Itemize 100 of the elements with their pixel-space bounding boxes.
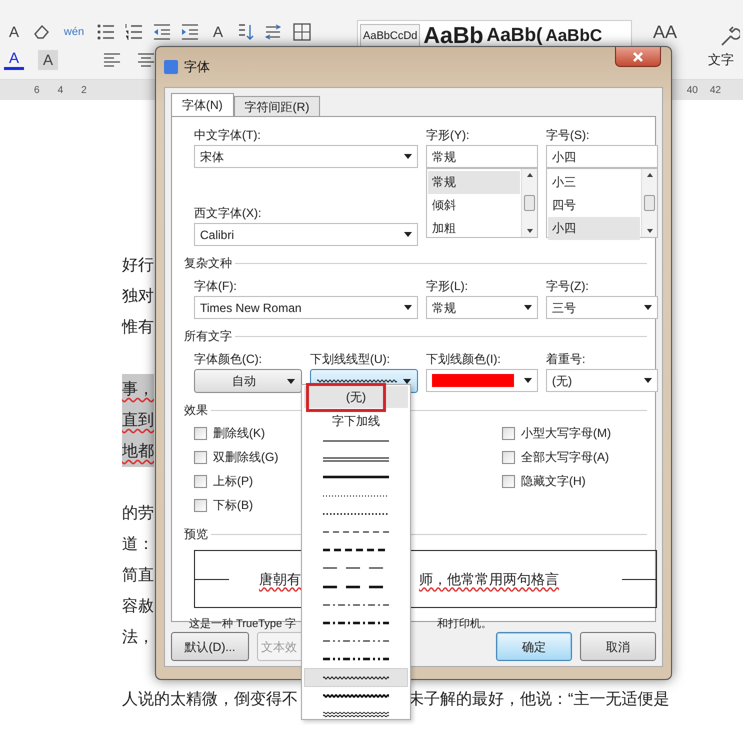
checkbox[interactable] <box>502 450 515 464</box>
sort-icon[interactable] <box>236 22 256 42</box>
menu-item[interactable]: 字下加线 <box>304 410 408 432</box>
checkbox-label[interactable]: 删除线(K) <box>213 424 265 442</box>
document-text: 法， <box>122 628 154 648</box>
checkbox[interactable] <box>194 426 207 440</box>
preview-text: 唐朝有 <box>259 570 301 586</box>
checkbox-label[interactable]: 双删除线(G) <box>213 448 278 466</box>
bullet-list-icon[interactable] <box>96 22 116 42</box>
dropdown[interactable]: Calibri <box>194 223 418 246</box>
field-label: 字体颜色(C): <box>194 351 263 368</box>
checkbox-label[interactable]: 隐藏文字(H) <box>521 472 586 490</box>
styles-button[interactable]: AA <box>650 22 680 42</box>
document-text: 的劳 <box>122 504 154 524</box>
list-item[interactable]: 倾斜 <box>428 194 520 217</box>
window-title: 字体 <box>184 58 210 76</box>
field-label: 下划线线型(U): <box>310 351 391 368</box>
list-item[interactable]: 小四 <box>548 217 640 240</box>
document-text: 独对 <box>122 286 154 307</box>
underline-color-dropdown[interactable] <box>426 369 538 392</box>
ruler-number: 2 <box>81 84 87 98</box>
outdent-icon[interactable] <box>152 22 172 42</box>
underline-style-icon <box>323 655 389 664</box>
list-item[interactable]: 四号 <box>548 194 640 217</box>
tab[interactable]: 字符间距(R) <box>234 96 320 116</box>
dialog-button[interactable]: 默认(D)... <box>171 632 249 661</box>
preview-text: 师，他常常用两句格言 <box>419 570 559 586</box>
checkbox[interactable] <box>502 426 515 440</box>
tab[interactable]: 字体(N) <box>171 93 234 116</box>
field-label: 字号(S): <box>546 127 590 144</box>
menu-item[interactable] <box>304 668 408 687</box>
document-text: 惟有 <box>122 318 154 338</box>
field-label: 西文字体(X): <box>194 205 262 222</box>
list-item[interactable]: 常规 <box>428 171 520 194</box>
list-box[interactable]: 常规 倾斜 加粗 <box>426 168 538 238</box>
table-icon[interactable] <box>292 22 312 42</box>
section-title: 预览 <box>184 526 208 543</box>
checkbox[interactable] <box>502 474 515 488</box>
ruler-number: 40 <box>686 84 698 98</box>
section-title: 复杂文种 <box>184 255 232 272</box>
app-icon <box>164 60 178 74</box>
underline-style-icon <box>323 473 389 482</box>
style-preview[interactable]: AaBbC <box>545 24 602 44</box>
document-text: 直到 <box>122 405 154 436</box>
list-item[interactable]: 小三 <box>548 171 640 194</box>
checkbox[interactable] <box>194 450 207 464</box>
document-text: 道： <box>122 535 154 555</box>
style-preview[interactable]: AaBb <box>423 24 484 47</box>
underline-style-icon <box>323 692 389 700</box>
character-scale-button[interactable]: A <box>208 22 228 42</box>
underline-style-icon <box>323 710 389 718</box>
field-label: 字体(F): <box>194 278 238 295</box>
document-text: 事， <box>122 374 154 405</box>
close-icon[interactable] <box>632 52 644 62</box>
underline-style-icon <box>323 455 389 464</box>
document-text: 人说的太精微，倒变得不 <box>122 690 298 710</box>
checkbox-label[interactable]: 下标(B) <box>213 496 253 514</box>
font-color-button[interactable]: A <box>4 50 24 70</box>
description-text: 和打印机。 <box>437 617 492 632</box>
checkbox-label[interactable]: 全部大写字母(A) <box>521 448 609 466</box>
indent-icon[interactable] <box>180 22 200 42</box>
dialog-button[interactable]: 取消 <box>580 632 656 661</box>
document-text: 容赦 <box>122 596 154 617</box>
checkbox-label[interactable]: 小型大写字母(M) <box>521 424 611 442</box>
input-field[interactable]: 小四 <box>546 145 658 168</box>
field-label: 着重号: <box>546 351 586 368</box>
document-text: 简直 <box>122 566 154 586</box>
checkbox[interactable] <box>194 498 207 512</box>
dialog-button[interactable]: 确定 <box>496 632 572 661</box>
ruler-number: 4 <box>58 84 64 98</box>
document-text: 好行 <box>122 256 154 276</box>
dropdown[interactable]: 宋体 <box>194 145 418 168</box>
dropdown[interactable]: Times New Roman <box>194 296 418 319</box>
ruler-number: 6 <box>34 84 40 98</box>
grow-font-button[interactable]: A <box>4 22 24 42</box>
wave-line-icon <box>317 377 397 385</box>
scrollbar[interactable] <box>521 169 537 237</box>
font-color-button[interactable]: 自动 <box>194 369 302 393</box>
field-label: 字号(Z): <box>546 278 590 295</box>
field-label: 下划线颜色(I): <box>426 351 502 368</box>
list-box[interactable]: 小三 四号 小四 <box>546 168 658 238</box>
underline-style-icon <box>323 674 389 682</box>
list-item[interactable]: 加粗 <box>428 217 520 240</box>
dropdown[interactable]: 常规 <box>426 296 538 319</box>
phonetic-guide-button[interactable]: wén <box>60 22 88 42</box>
description-text: 这是一种 TrueType 字 <box>189 616 296 632</box>
tool-label[interactable]: 文字 <box>708 50 734 70</box>
character-shading-button[interactable]: A <box>38 50 58 70</box>
dropdown[interactable]: 三号 <box>546 296 658 319</box>
numbered-list-icon[interactable] <box>124 22 144 42</box>
input-field[interactable]: 常规 <box>426 145 538 168</box>
close-button[interactable] <box>615 47 661 67</box>
style-preview[interactable]: AaBb( <box>486 24 542 45</box>
checkbox-label[interactable]: 上标(P) <box>213 472 253 490</box>
section-title: 所有文字 <box>184 328 232 345</box>
checkbox[interactable] <box>194 474 207 488</box>
field-label: 字形(L): <box>426 278 469 295</box>
menu-item[interactable]: (无) <box>304 386 408 408</box>
scrollbar[interactable] <box>641 169 657 237</box>
dropdown[interactable]: (无) <box>546 369 658 392</box>
